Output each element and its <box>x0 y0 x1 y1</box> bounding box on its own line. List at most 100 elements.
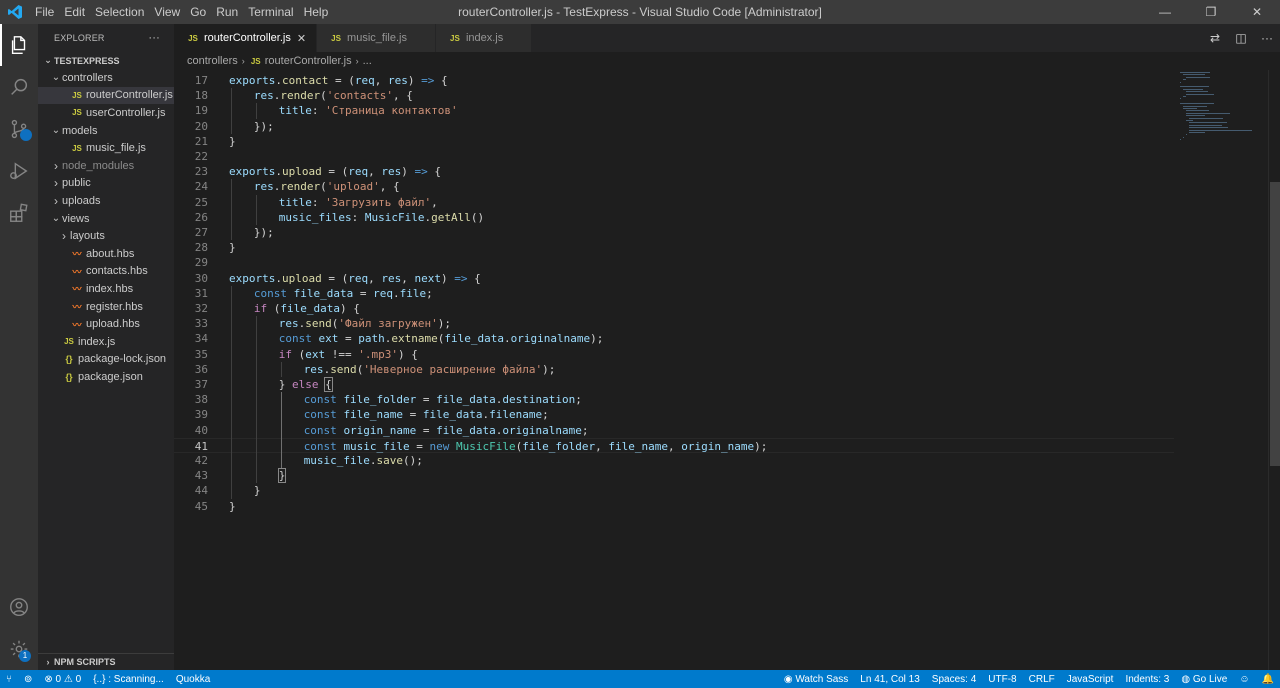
code-line[interactable]: 21} <box>174 134 1174 149</box>
code-line[interactable]: 24 res.render('upload', { <box>174 179 1174 194</box>
code-line[interactable]: 33 res.send('Файл загружен'); <box>174 316 1174 331</box>
code-line[interactable]: 45} <box>174 499 1174 514</box>
accounts-activity[interactable] <box>0 586 38 628</box>
menu-edit[interactable]: Edit <box>59 0 90 24</box>
menu-terminal[interactable]: Terminal <box>243 0 298 24</box>
code-line[interactable]: 42 music_file.save(); <box>174 453 1174 468</box>
status-line-ending[interactable]: CRLF <box>1023 670 1061 688</box>
code-line[interactable]: 18 res.render('contacts', { <box>174 88 1174 103</box>
code-line[interactable]: 20}); <box>174 119 1174 134</box>
status-go-live[interactable]: ◍ Go Live <box>1175 670 1233 688</box>
code-editor[interactable]: 17 exports.contact = (req, res) => {18 res… <box>174 72 1174 668</box>
more-actions-icon[interactable]: ··· <box>1254 31 1280 45</box>
code-line[interactable]: 31 const file_data = req.file; <box>174 286 1174 301</box>
source-control-activity[interactable] <box>0 108 38 150</box>
menu-run[interactable]: Run <box>211 0 243 24</box>
code-token: = <box>416 393 437 407</box>
status-remote-indicator[interactable]: ⑂ <box>0 670 18 688</box>
tree-item[interactable]: ⌄ models <box>38 122 174 140</box>
tree-item[interactable]: 〰 upload.hbs <box>38 315 174 333</box>
code-line[interactable]: 19 title: 'Страница контактов' <box>174 103 1174 118</box>
restore-button[interactable]: ❐ <box>1188 0 1234 24</box>
code-line[interactable]: 32 if (file_data) { <box>174 301 1174 316</box>
status-encoding[interactable]: UTF-8 <box>982 670 1022 688</box>
close-window-button[interactable]: ✕ <box>1234 0 1280 24</box>
code-line[interactable]: 26 music_files: MusicFile.getAll() <box>174 210 1174 225</box>
json-file-icon: {} <box>65 371 73 382</box>
code-line[interactable]: 34 const ext = path.extname(file_data.ori… <box>174 331 1174 346</box>
tree-item[interactable]: {} package.json <box>38 368 174 386</box>
status-quokka[interactable]: Quokka <box>170 670 216 688</box>
tree-item[interactable]: JS routerController.js <box>38 86 174 105</box>
code-line[interactable]: 29 <box>174 255 1174 270</box>
search-activity[interactable] <box>0 66 38 108</box>
scroll-thumb[interactable] <box>1270 182 1280 466</box>
code-line[interactable]: 37} else { <box>174 377 1174 392</box>
project-section[interactable]: ⌄ TESTEXPRESS <box>38 52 174 69</box>
code-line[interactable]: 36 res.send('Неверное расширение файла'); <box>174 362 1174 377</box>
manage-activity[interactable]: 1 <box>0 628 38 670</box>
breadcrumb-folder[interactable]: controllers <box>187 55 238 67</box>
status-watch-sass[interactable]: ◉ Watch Sass <box>778 670 854 688</box>
code-line[interactable]: 27}); <box>174 225 1174 240</box>
tree-item[interactable]: 〰 contacts.hbs <box>38 263 174 281</box>
tree-item[interactable]: JS userController.js <box>38 104 174 122</box>
code-line[interactable]: 40 const origin_name = file_data.original… <box>174 423 1174 438</box>
menu-help[interactable]: Help <box>299 0 334 24</box>
tree-item[interactable]: 〰 index.hbs <box>38 280 174 298</box>
code-line[interactable]: 30 exports.upload = (req, res, next) => { <box>174 271 1174 286</box>
status-problems[interactable]: ⊗ 0 ⚠ 0 <box>38 670 87 688</box>
code-line[interactable]: 41 const music_file = new MusicFile(file_… <box>174 437 1174 453</box>
tree-item[interactable]: {} package-lock.json <box>38 351 174 369</box>
explorer-activity[interactable] <box>0 24 38 66</box>
status-feedback[interactable]: ☺ <box>1233 670 1255 688</box>
status-notifications[interactable]: 🔔 <box>1256 670 1280 688</box>
extensions-activity[interactable] <box>0 192 38 234</box>
tree-item[interactable]: › uploads <box>38 192 174 210</box>
code-line[interactable]: 43} <box>174 468 1174 484</box>
tree-item[interactable]: ⌄ views <box>38 210 174 228</box>
menu-view[interactable]: View <box>149 0 185 24</box>
tab-music-file[interactable]: JS music_file.js <box>317 24 436 52</box>
code-line[interactable]: 28} <box>174 240 1174 255</box>
code-line[interactable]: 38 const file_folder = file_data.destinat… <box>174 392 1174 407</box>
breadcrumb-symbol[interactable]: ... <box>363 55 372 67</box>
code-line[interactable]: 35 if (ext !== '.mp3') { <box>174 347 1174 362</box>
breadcrumb-file[interactable]: routerController.js <box>265 55 352 67</box>
status-language-mode[interactable]: JavaScript <box>1061 670 1120 688</box>
code-line[interactable]: 25 title: 'Загрузить файл', <box>174 195 1174 210</box>
code-line[interactable]: 23 exports.upload = (req, res) => { <box>174 164 1174 179</box>
code-token: { <box>434 74 448 87</box>
open-changes-icon[interactable]: ⇄ <box>1202 31 1228 45</box>
code-line[interactable]: 39 const file_name = file_data.filename; <box>174 407 1174 422</box>
split-editor-icon[interactable]: ◫ <box>1228 31 1254 45</box>
status-indents-ext[interactable]: Indents: 3 <box>1119 670 1175 688</box>
menu-file[interactable]: File <box>30 0 59 24</box>
minimize-button[interactable]: — <box>1142 0 1188 24</box>
status-live-share[interactable]: ⊚ <box>18 670 38 688</box>
run-debug-activity[interactable] <box>0 150 38 192</box>
tab-routercontroller[interactable]: JS routerController.js ✕ <box>174 24 318 52</box>
tree-item[interactable]: JS index.js <box>38 333 174 351</box>
menu-selection[interactable]: Selection <box>90 0 149 24</box>
status-indentation[interactable]: Spaces: 4 <box>926 670 982 688</box>
code-line[interactable]: 22 <box>174 149 1174 164</box>
explorer-more-button[interactable]: ··· <box>148 32 160 44</box>
tree-item[interactable]: › public <box>38 175 174 193</box>
code-line[interactable]: 44} <box>174 483 1174 498</box>
tree-item[interactable]: › node_modules <box>38 157 174 175</box>
tree-item[interactable]: › layouts <box>38 227 174 245</box>
vertical-scrollbar[interactable] <box>1268 70 1280 670</box>
tree-item[interactable]: 〰 register.hbs <box>38 298 174 316</box>
tree-item[interactable]: 〰 about.hbs <box>38 245 174 263</box>
tab-index[interactable]: JS index.js <box>435 24 533 52</box>
npm-scripts-section[interactable]: › NPM SCRIPTS <box>38 653 174 670</box>
minimap[interactable] <box>1174 70 1268 670</box>
status-scanning[interactable]: {..} : Scanning... <box>87 670 170 688</box>
menu-go[interactable]: Go <box>185 0 211 24</box>
code-line[interactable]: 17 exports.contact = (req, res) => { <box>174 73 1174 88</box>
close-icon[interactable]: ✕ <box>297 32 306 45</box>
tree-item[interactable]: JS music_file.js <box>38 139 174 157</box>
tree-item[interactable]: ⌄ controllers <box>38 69 174 87</box>
status-cursor-position[interactable]: Ln 41, Col 13 <box>854 670 926 688</box>
